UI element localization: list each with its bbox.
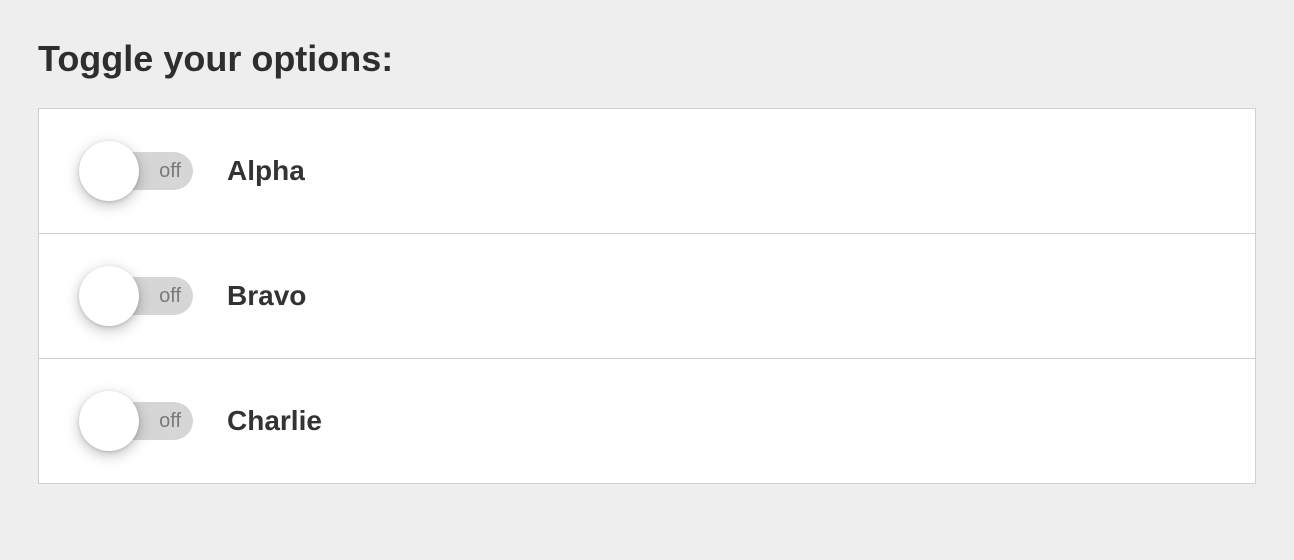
page-title: Toggle your options:	[38, 38, 1256, 80]
toggle-state-label: off	[159, 160, 181, 183]
toggle-alpha[interactable]: off	[79, 141, 195, 201]
option-label-bravo: Bravo	[227, 280, 306, 312]
toggle-state-label: off	[159, 285, 181, 308]
options-list: off Alpha off Bravo off Charlie	[38, 108, 1256, 484]
toggle-knob	[79, 391, 139, 451]
toggle-charlie[interactable]: off	[79, 391, 195, 451]
option-label-alpha: Alpha	[227, 155, 305, 187]
option-row-alpha: off Alpha	[39, 109, 1255, 234]
option-row-bravo: off Bravo	[39, 234, 1255, 359]
toggle-state-label: off	[159, 410, 181, 433]
toggle-knob	[79, 266, 139, 326]
option-label-charlie: Charlie	[227, 405, 322, 437]
toggle-bravo[interactable]: off	[79, 266, 195, 326]
option-row-charlie: off Charlie	[39, 359, 1255, 483]
toggle-knob	[79, 141, 139, 201]
